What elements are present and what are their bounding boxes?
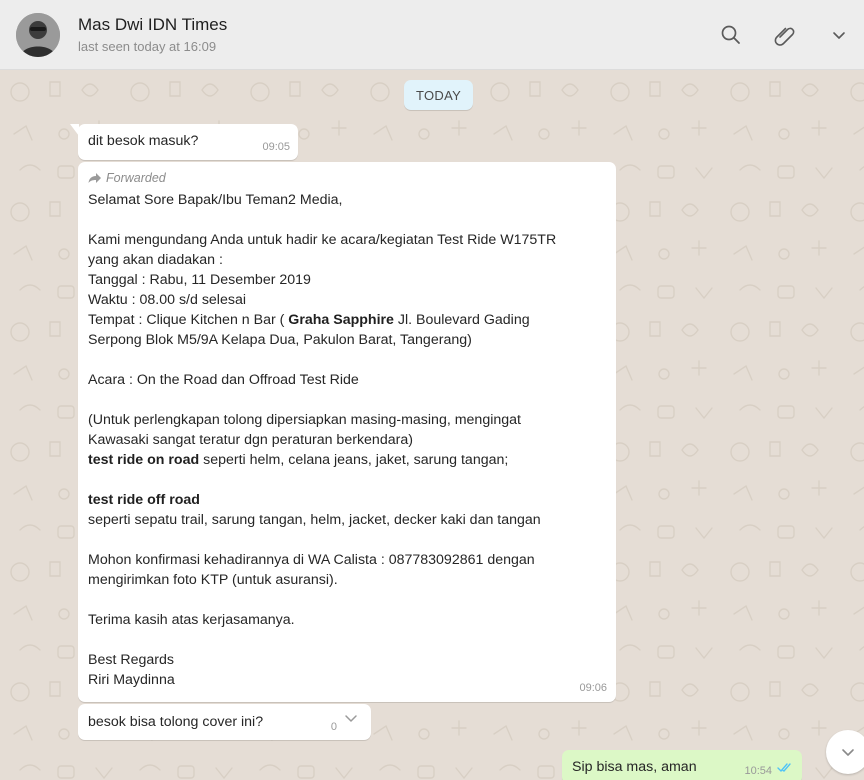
line-text: seperti helm, celana jeans, jaket, sarun… <box>199 452 509 468</box>
message-line: (Untuk perlengkapan tolong dipersiapkan … <box>88 412 521 428</box>
bold-text: Graha Sapphire <box>288 312 394 328</box>
bold-text: test ride on road <box>88 452 200 468</box>
bold-text: test ride off road <box>88 492 200 508</box>
message-time: 0 <box>330 721 337 733</box>
message-line: Tempat : Clique Kitchen n Bar ( Graha Sa… <box>88 310 606 330</box>
last-seen-status: last seen today at 16:09 <box>78 38 217 54</box>
chat-panel[interactable]: TODAY dit besok masuk? 09:05 Forwarded S… <box>0 70 864 780</box>
chevron-down-icon <box>842 749 854 756</box>
message-bubble-incoming[interactable]: dit besok masuk? 09:05 <box>70 124 298 160</box>
message-line: Acara : On the Road dan Offroad Test Rid… <box>88 372 359 388</box>
message-line: Tanggal : Rabu, 11 Desember 2019 <box>88 272 311 288</box>
line-text: Jl. Boulevard Gading <box>393 312 530 328</box>
message-line: Serpong Blok M5/9A Kelapa Dua, Pakulon B… <box>88 332 472 348</box>
date-divider: TODAY <box>404 80 474 110</box>
message-bubble-incoming[interactable]: besok bisa tolong cover ini? 0 <box>78 704 371 740</box>
search-icon[interactable] <box>706 10 756 60</box>
read-ticks-icon <box>777 759 793 779</box>
message-menu-chevron-icon[interactable] <box>343 710 359 732</box>
message-text: besok bisa tolong cover ini? <box>88 714 264 730</box>
message-line: mengirimkan foto KTP (untuk asuransi). <box>88 572 338 588</box>
attach-icon[interactable] <box>760 10 810 60</box>
message-line: yang akan diadakan : <box>88 252 223 268</box>
message-line: Riri Maydinna <box>88 672 175 688</box>
message-text: Sip bisa mas, aman <box>572 759 697 775</box>
message-line: Kawasaki sangat teratur dgn peraturan be… <box>88 432 413 448</box>
message-line: Selamat Sore Bapak/Ibu Teman2 Media, <box>88 192 343 208</box>
contact-info[interactable]: Mas Dwi IDN Times last seen today at 16:… <box>78 14 227 56</box>
chat-header: Mas Dwi IDN Times last seen today at 16:… <box>0 0 864 70</box>
forwarded-text: Forwarded <box>106 171 166 185</box>
message-line: Kami mengundang Anda untuk hadir ke acar… <box>88 232 557 248</box>
header-actions <box>702 0 864 70</box>
message-time: 10:54 <box>744 765 772 777</box>
message-line: Best Regards <box>88 652 174 668</box>
forward-arrow-icon <box>88 173 101 183</box>
message-line: Waktu : 08.00 s/d selesai <box>88 292 246 308</box>
contact-avatar[interactable] <box>16 12 60 57</box>
message-line: test ride on road seperti helm, celana j… <box>88 450 606 470</box>
scroll-to-bottom-button[interactable] <box>826 730 864 774</box>
message-bubble-forwarded[interactable]: Forwarded Selamat Sore Bapak/Ibu Teman2 … <box>78 162 616 702</box>
message-line: seperti sepatu trail, sarung tangan, hel… <box>88 512 541 528</box>
contact-name: Mas Dwi IDN Times <box>78 14 228 34</box>
message-text: dit besok masuk? <box>88 133 199 149</box>
message-time: 09:05 <box>262 141 290 153</box>
menu-chevron-icon[interactable] <box>814 10 864 60</box>
message-line: Terima kasih atas kerjasamanya. <box>88 612 295 628</box>
line-text: Tempat : Clique Kitchen n Bar ( <box>88 312 289 328</box>
message-body: Selamat Sore Bapak/Ibu Teman2 Media, Kam… <box>88 190 606 690</box>
message-bubble-outgoing[interactable]: Sip bisa mas, aman 10:54 <box>562 750 802 780</box>
forwarded-label: Forwarded <box>88 168 606 188</box>
message-line: test ride off road <box>88 490 606 510</box>
message-line: Mohon konfirmasi kehadirannya di WA Cali… <box>88 552 535 568</box>
bubble-tail <box>70 124 79 136</box>
message-time: 09:06 <box>579 682 607 694</box>
